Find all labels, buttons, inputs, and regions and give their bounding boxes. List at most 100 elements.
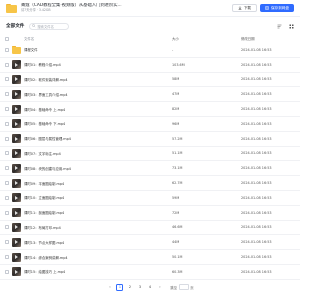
file-size: 44M — [172, 240, 180, 245]
file-name[interactable]: 课时12：布局打印.mp4 — [24, 225, 172, 230]
select-all-checkbox[interactable] — [5, 36, 9, 41]
file-name[interactable]: 课时07：文字标注.mp4 — [24, 151, 172, 156]
page-3[interactable]: 3 — [136, 284, 143, 291]
file-size: 73.1M — [172, 166, 183, 171]
download-button[interactable]: 下载 — [231, 4, 258, 12]
row-checkbox[interactable] — [5, 181, 9, 186]
folder-icon — [6, 3, 17, 13]
download-icon — [238, 6, 242, 10]
file-size: 46.6M — [172, 225, 183, 230]
table-row[interactable]: 课时02：软件安装详解.mp4 58M 2024-01-08 16:53 — [0, 73, 300, 88]
file-name[interactable]: 课时04：基础命令 上.mp4 — [24, 107, 172, 112]
table-row[interactable]: 课时08：块的创建与应用.mp4 73.1M 2024-01-08 16:53 — [0, 161, 300, 177]
row-checkbox[interactable] — [5, 255, 9, 260]
table-row[interactable]: 课时10：立面图绘制.mp4 59M 2024-01-08 16:53 — [0, 191, 300, 206]
file-name[interactable]: 课时14：综合案例讲解.mp4 — [24, 255, 172, 260]
file-size: 103.6M — [172, 62, 185, 67]
file-name[interactable]: 课时06：图层与属性管理.mp4 — [24, 136, 172, 141]
search-input[interactable]: 搜索文件名 — [29, 22, 70, 30]
row-checkbox[interactable] — [5, 121, 9, 126]
file-date: 2024-01-08 16:53 — [241, 77, 272, 82]
file-name[interactable]: 课时08：块的创建与应用.mp4 — [24, 166, 172, 171]
table-row[interactable]: 课时12：布局打印.mp4 46.6M 2024-01-08 16:53 — [0, 221, 300, 236]
page-1[interactable]: 1 — [116, 283, 124, 291]
save-label: 保存到网盘 — [271, 5, 289, 10]
column-size[interactable]: 大小 — [172, 36, 241, 41]
column-name[interactable]: 文件名 — [24, 36, 172, 41]
row-checkbox[interactable] — [5, 47, 9, 52]
breadcrumb[interactable]: 全部文件 — [6, 23, 24, 29]
file-name[interactable]: 课时11：剖面图绘制.mp4 — [24, 210, 172, 215]
table-row[interactable]: 课时07：文字标注.mp4 51.1M 2024-01-08 16:53 — [0, 147, 300, 162]
share-meta: 请7天分享 · 3.42GB — [21, 8, 51, 13]
video-thumbnail-icon — [12, 60, 21, 70]
row-checkbox[interactable] — [5, 210, 9, 215]
table-row[interactable]: 课时13：节点大样图.mp4 44M 2024-01-08 16:53 — [0, 235, 300, 251]
file-name[interactable]: 课程文件 — [24, 47, 172, 52]
file-name[interactable]: 课时01：教程介绍.mp4 — [24, 62, 172, 67]
file-size: 58M — [172, 77, 180, 82]
grid-view-icon[interactable] — [288, 23, 294, 29]
video-thumbnail-icon — [12, 89, 21, 99]
table-row[interactable]: 课时09：平面图绘制.mp4 62.7M 2024-01-08 16:53 — [0, 176, 300, 191]
table-row[interactable]: 课时11：剖面图绘制.mp4 72M 2024-01-08 16:53 — [0, 206, 300, 221]
table-header: 文件名 大小 修改日期 — [0, 34, 300, 43]
search-icon — [32, 24, 36, 28]
row-checkbox[interactable] — [5, 62, 9, 67]
row-checkbox[interactable] — [5, 195, 9, 200]
row-checkbox[interactable] — [5, 151, 9, 156]
search-placeholder: 搜索文件名 — [37, 24, 54, 29]
prev-page-button[interactable]: ‹ — [106, 284, 113, 291]
save-icon — [265, 6, 269, 10]
row-checkbox[interactable] — [5, 92, 9, 97]
file-name[interactable]: 课时05：基础命令 下.mp4 — [24, 121, 172, 126]
row-checkbox[interactable] — [5, 136, 9, 141]
file-date: 2024-01-08 16:53 — [241, 136, 272, 141]
table-row[interactable]: 课时01：教程介绍.mp4 103.6M 2024-01-08 16:53 — [0, 58, 300, 73]
file-name[interactable]: 课时10：立面图绘制.mp4 — [24, 195, 172, 200]
video-thumbnail-icon — [12, 104, 21, 114]
row-checkbox[interactable] — [5, 166, 9, 171]
file-date: 2024-01-08 16:53 — [241, 107, 272, 112]
row-checkbox[interactable] — [5, 107, 9, 112]
sort-icon[interactable] — [276, 23, 282, 29]
file-list: 课程文件 -2024-01-08 16:53 课时01：教程介绍.mp4 103.6M… — [0, 43, 300, 280]
file-size: 51.1M — [172, 151, 183, 156]
table-row[interactable]: 课程文件 - 2024-01-08 16:53 — [0, 43, 300, 58]
table-row[interactable]: 课时05：基础命令 下.mp4 96M 2024-01-08 16:53 — [0, 117, 300, 132]
share-title: 菁蔻（CAD教程全集·视频版）从基础入门到进阶实... — [21, 2, 122, 8]
page-4[interactable]: 4 — [146, 284, 153, 291]
page-2[interactable]: 2 — [126, 284, 133, 291]
row-checkbox[interactable] — [5, 225, 9, 230]
file-size: 50.1M — [172, 255, 183, 260]
file-name[interactable]: 课时03：界面工具介绍.mp4 — [24, 92, 172, 97]
column-date[interactable]: 修改日期 — [241, 36, 255, 41]
video-thumbnail-icon — [12, 237, 21, 247]
file-size: 47M — [172, 92, 180, 97]
file-name[interactable]: 课时13：节点大样图.mp4 — [24, 240, 172, 245]
file-date: 2024-01-08 16:53 — [241, 210, 272, 215]
next-page-button[interactable]: › — [156, 284, 163, 291]
file-name[interactable]: 课时09：平面图绘制.mp4 — [24, 181, 172, 186]
table-row[interactable]: 课时15：绘图技巧 上.mp4 60.3M 2024-01-08 16:53 — [0, 265, 300, 280]
file-date: 2024-01-08 16:53 — [241, 151, 272, 156]
video-thumbnail-icon — [12, 222, 21, 232]
file-size: 57.2M — [172, 136, 183, 141]
table-row[interactable]: 课时06：图层与属性管理.mp4 57.2M 2024-01-08 16:53 — [0, 132, 300, 147]
table-row[interactable]: 课时03：界面工具介绍.mp4 47M 2024-01-08 16:53 — [0, 87, 300, 103]
file-name[interactable]: 课时15：绘图技巧 上.mp4 — [24, 269, 172, 274]
file-size: - — [172, 47, 174, 52]
row-checkbox[interactable] — [5, 269, 9, 274]
file-size: 60.3M — [172, 269, 183, 274]
row-checkbox[interactable] — [5, 77, 9, 82]
share-header: 菁蔻（CAD教程全集·视频版）从基础入门到进阶实... 请7天分享 · 3.42… — [0, 0, 300, 17]
video-thumbnail-icon — [12, 148, 21, 158]
table-row[interactable]: 课时04：基础命令 上.mp4 82M 2024-01-08 16:53 — [0, 102, 300, 117]
goto-page-input[interactable] — [178, 284, 189, 290]
file-size: 82M — [172, 107, 180, 112]
table-row[interactable]: 课时14：综合案例讲解.mp4 50.1M 2024-01-08 16:53 — [0, 250, 300, 265]
save-to-drive-button[interactable]: 保存到网盘 — [260, 4, 294, 12]
file-name[interactable]: 课时02：软件安装详解.mp4 — [24, 77, 172, 82]
goto-page: 跳至 页 — [170, 284, 194, 290]
row-checkbox[interactable] — [5, 240, 9, 245]
